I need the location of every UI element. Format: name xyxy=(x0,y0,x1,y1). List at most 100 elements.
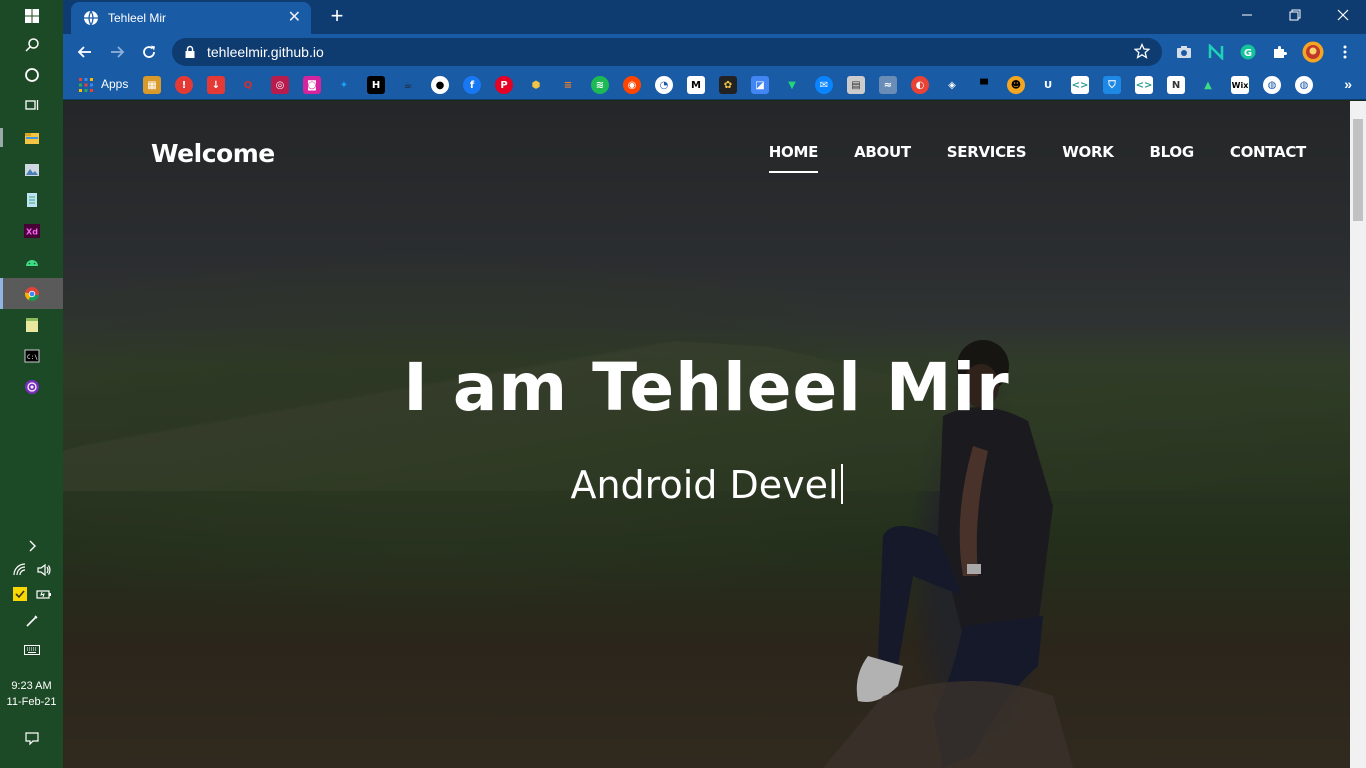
chrome-menu-button[interactable] xyxy=(1335,42,1355,62)
bookmark-clock-icon[interactable]: ◔ xyxy=(655,76,673,94)
bookmark-twitter-icon[interactable]: ✦ xyxy=(335,76,353,94)
hero-dark-overlay xyxy=(63,101,1350,768)
nav-work[interactable]: WORK xyxy=(1062,143,1114,161)
taskbar-command-prompt[interactable]: C:\ xyxy=(0,340,63,371)
taskbar-file-explorer[interactable] xyxy=(0,122,63,153)
bookmark-shield-icon[interactable]: ⛉ xyxy=(1103,76,1121,94)
typing-caret xyxy=(840,464,843,504)
close-tab-icon[interactable]: ✕ xyxy=(288,10,301,26)
bookmark-quora-icon[interactable]: Q xyxy=(239,76,257,94)
bookmark-code-icon[interactable]: <> xyxy=(1071,76,1089,94)
bookmark-printer-icon[interactable]: ▤ xyxy=(847,76,865,94)
tray-keyboard[interactable] xyxy=(0,639,63,661)
lock-icon xyxy=(185,45,195,58)
apps-grid-svg xyxy=(79,78,93,92)
bookmark-alert-icon[interactable]: ! xyxy=(175,76,193,94)
bookmark-badge-icon[interactable]: ⬢ xyxy=(527,76,545,94)
bookmark-duo-icon[interactable]: ◪ xyxy=(751,76,769,94)
bookmark-download-icon[interactable]: ↓ xyxy=(207,76,225,94)
bookmark-facebook-icon[interactable]: f xyxy=(463,76,481,94)
tray-pen[interactable] xyxy=(0,610,63,632)
reload-button[interactable] xyxy=(136,39,162,65)
cortana-button[interactable] xyxy=(0,59,63,90)
bookmark-discord-icon[interactable]: ◈ xyxy=(943,76,961,94)
taskbar-clock[interactable]: 9:23 AM 11-Feb-21 xyxy=(0,678,63,710)
restore-button[interactable] xyxy=(1272,0,1318,30)
bookmark-udemy-icon[interactable]: U xyxy=(1039,76,1057,94)
forward-button[interactable] xyxy=(104,39,130,65)
tray-network-volume[interactable] xyxy=(0,559,63,581)
more-bookmarks-icon[interactable]: » xyxy=(1344,76,1352,92)
nav-contact[interactable]: CONTACT xyxy=(1230,143,1306,161)
bookmark-globe2-icon[interactable]: ◍ xyxy=(1295,76,1313,94)
bookmark-unsplash-icon[interactable]: ▀ xyxy=(975,76,993,94)
grammarly-extension[interactable]: G xyxy=(1238,42,1258,62)
bookmark-hackerrank-icon[interactable]: H xyxy=(367,76,385,94)
bookmark-code2-icon[interactable]: <> xyxy=(1135,76,1153,94)
extensions-button[interactable] xyxy=(1270,42,1290,62)
close-window-button[interactable] xyxy=(1320,0,1366,30)
taskbar-chrome[interactable] xyxy=(0,278,63,309)
task-view-icon xyxy=(24,99,38,110)
site-brand[interactable]: Welcome xyxy=(151,139,275,168)
action-center-button[interactable] xyxy=(0,727,63,749)
taskbar-app-purple[interactable] xyxy=(0,371,63,402)
bookmark-dribbble-icon[interactable]: ◎ xyxy=(271,76,289,94)
search-icon xyxy=(24,37,39,52)
terminal-icon: C:\ xyxy=(24,349,39,362)
bookmark-instagram-icon[interactable]: ◙ xyxy=(303,76,321,94)
new-tab-button[interactable]: + xyxy=(325,5,349,29)
address-bar[interactable]: tehleelmir.github.io xyxy=(172,38,1162,66)
nav-services[interactable]: SERVICES xyxy=(947,143,1027,161)
minimize-button[interactable] xyxy=(1224,0,1270,30)
start-button[interactable] xyxy=(0,0,63,31)
bookmark-stackoverflow-icon[interactable]: ≡ xyxy=(559,76,577,94)
chrome-window: Tehleel Mir ✕ + tehleelmir.github.io G A… xyxy=(63,0,1366,768)
bookmark-doc-icon[interactable]: ≈ xyxy=(879,76,897,94)
nav-about[interactable]: ABOUT xyxy=(854,143,911,161)
bookmark-messenger-icon[interactable]: ✉ xyxy=(815,76,833,94)
bookmark-android-icon[interactable]: ▲ xyxy=(1199,76,1217,94)
avatar-icon xyxy=(1302,41,1324,63)
search-button[interactable] xyxy=(0,29,63,60)
bookmarks-bar: Apps ▦ ! ↓ Q ◎ ◙ ✦ H ☕ ● f P ⬢ ≡ ≋ ◉ ◔ M… xyxy=(63,70,1366,100)
bookmark-vue-icon[interactable]: ▼ xyxy=(783,76,801,94)
page-scrollbar[interactable] xyxy=(1350,101,1366,768)
bookmark-pinterest-icon[interactable]: P xyxy=(495,76,513,94)
tab-strip: Tehleel Mir ✕ + xyxy=(63,0,1366,34)
tab-active[interactable]: Tehleel Mir ✕ xyxy=(71,2,311,34)
back-button[interactable] xyxy=(72,39,98,65)
profile-avatar[interactable] xyxy=(1301,40,1325,64)
taskbar-sticky-notes[interactable] xyxy=(0,309,63,340)
clock-time: 9:23 AM xyxy=(11,680,52,692)
bookmark-badge2-icon[interactable]: ✿ xyxy=(719,76,737,94)
nimbus-extension[interactable] xyxy=(1206,42,1226,62)
task-view-button[interactable] xyxy=(0,89,63,120)
keyboard-icon xyxy=(23,645,40,655)
screenshot-extension[interactable] xyxy=(1174,42,1194,62)
taskbar-photos[interactable] xyxy=(0,154,63,185)
windows-logo-icon xyxy=(24,8,39,23)
taskbar-adobe-xd[interactable]: Xd xyxy=(0,215,63,246)
tray-expand-button[interactable] xyxy=(0,535,63,557)
bookmark-wix-icon[interactable]: Wix xyxy=(1231,76,1249,94)
bookmark-star-icon[interactable] xyxy=(1134,43,1150,59)
bookmark-github-icon[interactable]: ● xyxy=(431,76,449,94)
bookmark-notion-icon[interactable]: N xyxy=(1167,76,1185,94)
taskbar-android-studio[interactable] xyxy=(0,246,63,277)
apps-grid-icon[interactable] xyxy=(77,76,95,94)
tray-notes-battery[interactable] xyxy=(0,583,63,605)
nav-home[interactable]: HOME xyxy=(768,143,818,173)
bookmark-reddit-icon[interactable]: ◉ xyxy=(623,76,641,94)
apps-label[interactable]: Apps xyxy=(101,77,128,91)
bookmark-circle-icon[interactable]: ◐ xyxy=(911,76,929,94)
scrollbar-thumb[interactable] xyxy=(1353,119,1363,221)
bookmark-shop-icon[interactable]: ▦ xyxy=(143,76,161,94)
nav-blog[interactable]: BLOG xyxy=(1150,143,1195,161)
bookmark-avatar-icon[interactable]: ☻ xyxy=(1007,76,1025,94)
taskbar-notepad[interactable] xyxy=(0,184,63,215)
bookmark-coffee-icon[interactable]: ☕ xyxy=(399,76,417,94)
bookmark-medium-icon[interactable]: M xyxy=(687,76,705,94)
bookmark-spotify-icon[interactable]: ≋ xyxy=(591,76,609,94)
bookmark-globe-icon[interactable]: ◍ xyxy=(1263,76,1281,94)
